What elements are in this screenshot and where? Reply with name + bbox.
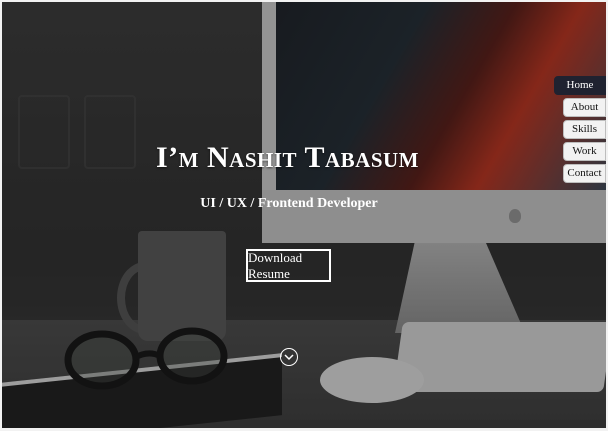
hero-section: I’m Nashit Tabasum UI / UX / Frontend De…: [0, 0, 608, 431]
chevron-down-icon: [284, 354, 294, 361]
scroll-down-button[interactable]: [280, 348, 298, 366]
download-resume-button[interactable]: Download Resume: [246, 249, 331, 282]
nav-item-work[interactable]: Work: [563, 142, 606, 161]
page-subtitle: UI / UX / Frontend Developer: [200, 196, 378, 211]
page-title: I’m Nashit Tabasum: [156, 141, 419, 174]
dark-overlay: [0, 0, 608, 431]
nav-item-skills[interactable]: Skills: [563, 120, 606, 139]
nav-item-about[interactable]: About: [563, 98, 606, 117]
nav-item-home[interactable]: Home: [554, 76, 606, 95]
side-nav: Home About Skills Work Contact: [554, 76, 606, 186]
nav-item-contact[interactable]: Contact: [563, 164, 606, 183]
